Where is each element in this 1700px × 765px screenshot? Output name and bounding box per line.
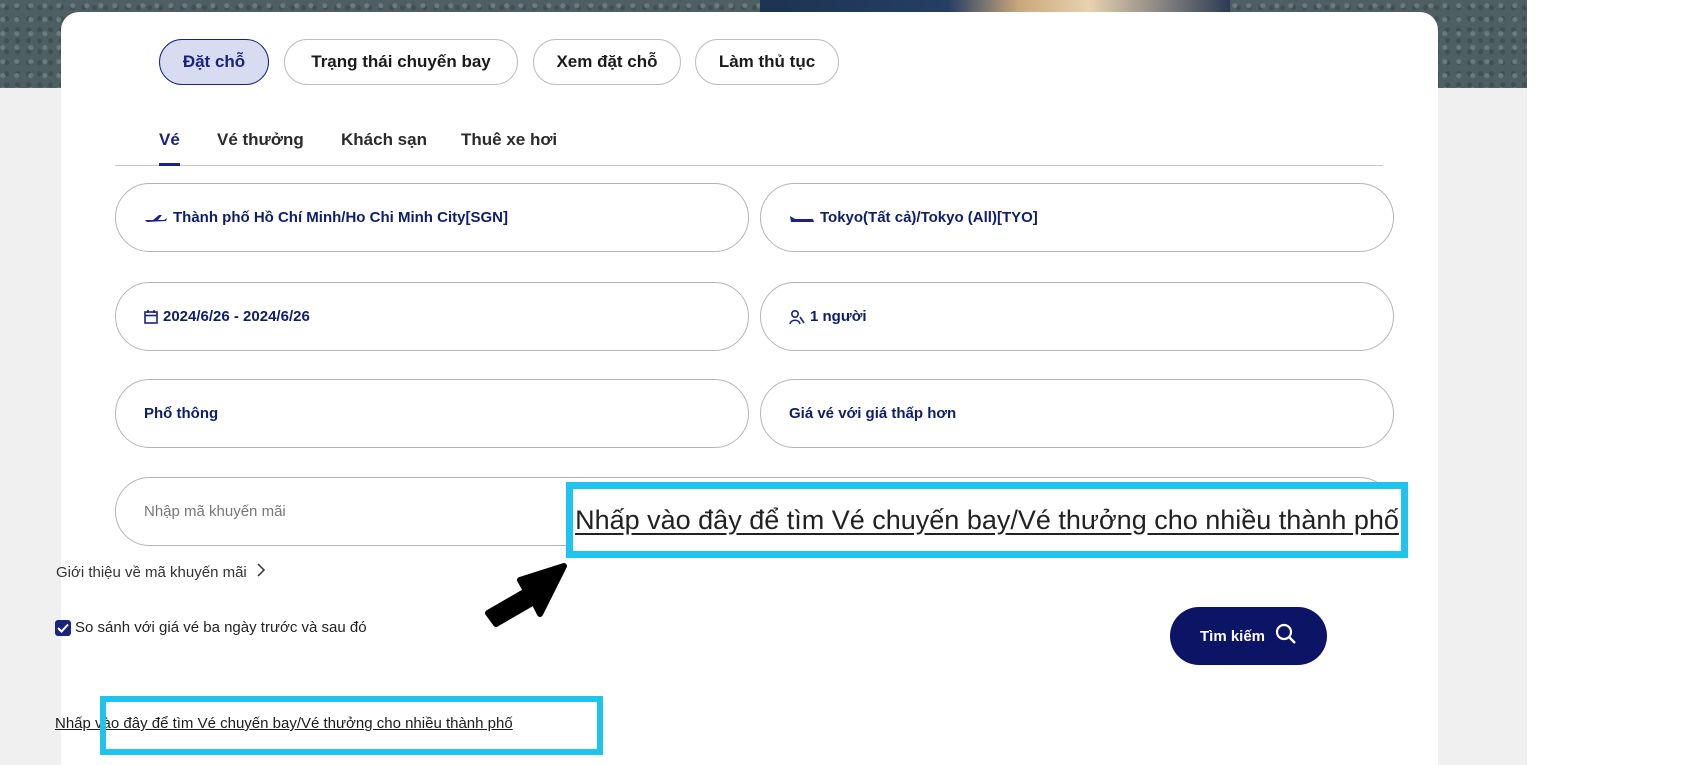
- subtab-hotel[interactable]: Khách sạn: [341, 130, 427, 150]
- tab-flight-status[interactable]: Trạng thái chuyến bay: [284, 39, 518, 85]
- search-button-label: Tìm kiếm: [1199, 627, 1266, 645]
- cabin-class-value: Phổ thông: [144, 405, 219, 422]
- checkmark-icon[interactable]: [55, 619, 71, 636]
- chevron-right-icon: [257, 563, 266, 581]
- compare-dates-checkbox[interactable]: So sánh với giá vé ba ngày trước và sau …: [55, 619, 367, 636]
- zoom-callout: Nhấp vào đây để tìm Vé chuyến bay/Vé thư…: [566, 482, 1408, 558]
- origin-value: Thành phố Hồ Chí Minh/Ho Chi Minh City[S…: [173, 209, 508, 226]
- compare-label: So sánh với giá vé ba ngày trước và sau …: [75, 619, 367, 636]
- destination-field[interactable]: Tokyo(Tất cả)/Tokyo (All)[TYO]: [760, 183, 1394, 252]
- subtab-award-ticket[interactable]: Vé thưởng: [217, 130, 304, 150]
- passenger-value: 1 người: [810, 308, 867, 325]
- promo-placeholder: Nhập mã khuyến mãi: [144, 503, 286, 520]
- callout-text: Nhấp vào đây để tìm Vé chuyến bay/Vé thư…: [575, 504, 1399, 535]
- cabin-class-field[interactable]: Phổ thông: [115, 379, 749, 448]
- promo-info-label: Giới thiệu về mã khuyến mãi: [56, 563, 247, 581]
- tab-view-booking[interactable]: Xem đặt chỗ: [533, 39, 681, 85]
- date-field[interactable]: 2024/6/26 - 2024/6/26: [115, 282, 749, 351]
- subtab-ticket[interactable]: Vé: [159, 130, 180, 166]
- calendar-icon: [144, 309, 158, 324]
- tab-label: Trạng thái chuyến bay: [311, 52, 491, 71]
- tab-label: Đặt chỗ: [182, 52, 246, 71]
- subtab-car-rental[interactable]: Thuê xe hơi: [461, 130, 557, 150]
- passenger-field[interactable]: 1 người: [760, 282, 1394, 351]
- origin-field[interactable]: Thành phố Hồ Chí Minh/Ho Chi Minh City[S…: [115, 183, 749, 252]
- tab-label: Xem đặt chỗ: [556, 52, 658, 71]
- sub-tabs: Vé Vé thưởng Khách sạn Thuê xe hơi: [115, 120, 1383, 166]
- pointer-arrow-icon: [485, 563, 567, 627]
- destination-value: Tokyo(Tất cả)/Tokyo (All)[TYO]: [820, 209, 1038, 226]
- passenger-icon: [789, 309, 805, 325]
- search-button[interactable]: Tìm kiếm: [1170, 607, 1327, 665]
- highlight-box: [100, 696, 603, 755]
- fare-option-field[interactable]: Giá vé với giá thấp hơn: [760, 379, 1394, 448]
- date-value: 2024/6/26 - 2024/6/26: [163, 308, 310, 325]
- page: Đặt chỗ Trạng thái chuyến bay Xem đặt ch…: [0, 0, 1700, 765]
- search-icon: [1275, 623, 1297, 649]
- promo-info-link[interactable]: Giới thiệu về mã khuyến mãi: [56, 563, 266, 581]
- plane-takeoff-icon: [144, 212, 168, 224]
- plane-landing-icon: [789, 212, 815, 224]
- fare-option-value: Giá vé với giá thấp hơn: [789, 405, 957, 422]
- tab-booking[interactable]: Đặt chỗ: [159, 39, 269, 85]
- tab-label: Làm thủ tục: [718, 52, 816, 71]
- tab-check-in[interactable]: Làm thủ tục: [695, 39, 839, 85]
